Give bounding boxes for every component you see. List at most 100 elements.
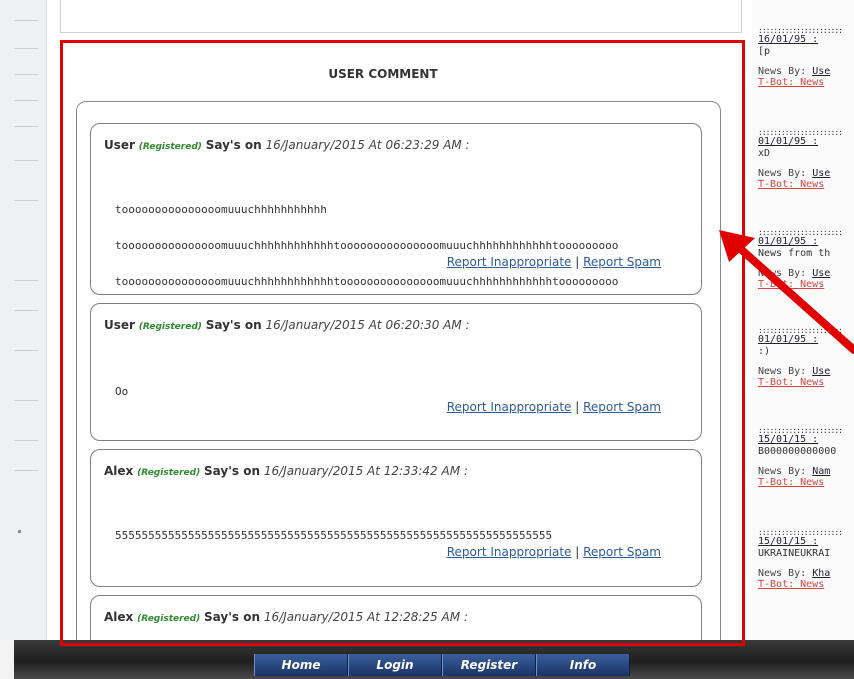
news-author-link[interactable]: Use [812, 366, 830, 377]
comment-header: User (Registered) Say's on 16/January/20… [104, 138, 470, 152]
sidebar-divider [14, 20, 38, 21]
annotation-arrow-icon [719, 230, 854, 354]
sidebar-divider [14, 310, 38, 311]
link-separator: | [575, 255, 580, 269]
comment-card: Alex (Registered) Say's on 16/January/20… [90, 449, 702, 587]
report-spam-link[interactable]: Report Spam [583, 255, 661, 269]
sidebar-divider [14, 48, 38, 49]
comment-line: Oo [115, 385, 129, 398]
nav-info[interactable]: Info [536, 654, 630, 676]
news-text: UKRAINEUKRAI [758, 548, 831, 559]
news-author-link[interactable]: Use [812, 66, 830, 77]
registered-badge: (Registered) [138, 322, 202, 332]
comment-says: Say's on [205, 138, 262, 152]
sidebar-divider [14, 100, 38, 101]
comment-date: 16/January/2015 At 12:33:42 AM : [263, 464, 468, 478]
user-comment-section: USER COMMENT User (Registered) Say's on … [63, 43, 742, 643]
nav-register[interactable]: Register [442, 654, 536, 676]
sidebar-divider [14, 350, 38, 351]
top-box [60, 0, 742, 33]
news-bot-link[interactable]: T-Bot: News [758, 77, 854, 88]
comment-line: tooooooooooooooomuuuchhhhhhhhhhhhtoooooo… [115, 275, 619, 288]
comment-header: Alex (Registered) Say's on 16/January/20… [104, 464, 468, 478]
news-author-link[interactable]: Nam [812, 466, 830, 477]
news-text: B000000000000 [758, 446, 837, 457]
comment-line: tooooooooooooooomuuuchhhhhhhhhhhhtoooooo… [115, 239, 619, 252]
comment-author: Alex [104, 464, 134, 478]
sidebar-divider [14, 400, 38, 401]
registered-badge: (Registered) [137, 614, 201, 624]
news-text: [p [758, 46, 771, 57]
news-by-label: News By: [758, 466, 807, 477]
news-divider: :::::::::::::::::::::: [758, 26, 843, 34]
news-divider: :::::::::::::::::::::: [758, 426, 843, 434]
report-inappropriate-link[interactable]: Report Inappropriate [447, 400, 572, 414]
comment-says: Say's on [204, 610, 261, 624]
sidebar-divider [14, 126, 38, 127]
news-by-label: News By: [758, 568, 807, 579]
report-inappropriate-link[interactable]: Report Inappropriate [447, 545, 572, 559]
comment-header: User (Registered) Say's on 16/January/20… [104, 318, 470, 332]
comment-says: Say's on [205, 318, 262, 332]
registered-badge: (Registered) [137, 468, 201, 478]
comment-header: Alex (Registered) Say's on 16/January/20… [104, 610, 468, 624]
sidebar-divider [14, 280, 38, 281]
comment-body: tooooooooooooooomuuuchhhhhhhhhhh toooooo… [115, 180, 618, 312]
comment-line: tooooooooooooooomuuuchhhhhhhhhhh [115, 203, 327, 216]
comment-body: Oo [115, 362, 155, 422]
comment-author: Alex [104, 610, 134, 624]
comment-line: 5555555555555555555555555555555555555555… [115, 529, 553, 542]
news-by-label: News By: [758, 366, 807, 377]
news-divider: :::::::::::::::::::::: [758, 128, 843, 136]
sidebar-bullet-icon [18, 530, 21, 533]
link-separator: | [575, 545, 580, 559]
report-spam-link[interactable]: Report Spam [583, 400, 661, 414]
registered-badge: (Registered) [138, 142, 202, 152]
comment-author: User [104, 138, 135, 152]
news-item: :::::::::::::::::::::: 15/01/15 : UKRAIN… [758, 528, 854, 590]
sidebar-divider [14, 440, 38, 441]
news-item: :::::::::::::::::::::: 01/01/95 : xD New… [758, 128, 854, 190]
news-date[interactable]: 01/01/95 : [758, 136, 854, 147]
news-date[interactable]: 15/01/15 : [758, 536, 854, 547]
comment-card: User (Registered) Say's on 16/January/20… [90, 303, 702, 441]
news-by-label: News By: [758, 66, 807, 77]
news-by: News By: Use [758, 366, 854, 377]
news-bot-link[interactable]: T-Bot: News [758, 579, 854, 590]
left-sidebar [0, 0, 46, 640]
news-author-link[interactable]: Use [812, 168, 830, 179]
news-date[interactable]: 16/01/95 : [758, 34, 854, 45]
comment-date: 16/January/2015 At 06:23:29 AM : [265, 138, 470, 152]
news-by: News By: Use [758, 168, 854, 179]
news-item: :::::::::::::::::::::: 16/01/95 : [p New… [758, 26, 854, 88]
comment-card: User (Registered) Say's on 16/January/20… [90, 123, 702, 295]
comment-actions: Report Inappropriate | Report Spam [447, 545, 661, 559]
sidebar-divider [14, 200, 38, 201]
bottom-nav-bar: Home Login Register Info [14, 640, 854, 679]
comment-says: Say's on [204, 464, 261, 478]
link-separator: | [575, 400, 580, 414]
comment-card: Alex (Registered) Say's on 16/January/20… [90, 595, 702, 643]
news-date[interactable]: 15/01/15 : [758, 434, 854, 445]
news-bot-link[interactable]: T-Bot: News [758, 179, 854, 190]
comment-actions: Report Inappropriate | Report Spam [447, 400, 661, 414]
section-title: USER COMMENT [328, 67, 438, 81]
sidebar-divider [14, 470, 38, 471]
news-author-link[interactable]: Kha [812, 568, 830, 579]
comment-actions: Report Inappropriate | Report Spam [447, 255, 661, 269]
news-divider: :::::::::::::::::::::: [758, 528, 843, 536]
comment-author: User [104, 318, 135, 332]
news-by: News By: Kha [758, 568, 854, 579]
comment-date: 16/January/2015 At 06:20:30 AM : [265, 318, 470, 332]
nav-login[interactable]: Login [348, 654, 442, 676]
news-text: xD [758, 148, 771, 159]
sidebar-divider [14, 74, 38, 75]
nav-home[interactable]: Home [254, 654, 348, 676]
comment-date: 16/January/2015 At 12:28:25 AM : [263, 610, 468, 624]
sidebar-divider [14, 160, 38, 161]
news-bot-link[interactable]: T-Bot: News [758, 477, 854, 488]
report-inappropriate-link[interactable]: Report Inappropriate [447, 255, 572, 269]
news-by: News By: Nam [758, 466, 854, 477]
report-spam-link[interactable]: Report Spam [583, 545, 661, 559]
news-bot-link[interactable]: T-Bot: News [758, 377, 854, 388]
